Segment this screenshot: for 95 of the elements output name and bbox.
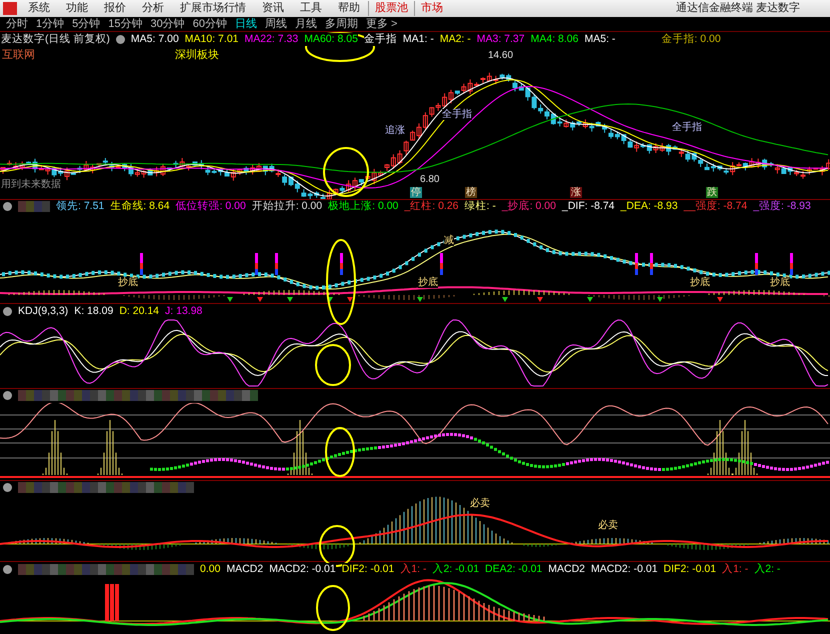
signal-bar	[635, 253, 638, 276]
warning-text: 用到未来数据	[1, 178, 61, 190]
indicator-reading: _强度: -8.93	[753, 200, 811, 214]
dropdown-icon[interactable]	[3, 202, 12, 212]
signal-marker: 榜	[465, 186, 477, 198]
chart-annotation: 抄底	[418, 277, 438, 288]
indicator-reading: __强度: -8.74	[684, 200, 748, 214]
period-tab[interactable]: 多周期	[321, 16, 362, 31]
chart-annotation: 全手指	[672, 122, 702, 133]
menu-item[interactable]: 功能	[58, 0, 96, 16]
signal-bar	[255, 253, 258, 276]
signal-bar	[790, 253, 793, 276]
signal-marker: 跌	[706, 186, 718, 198]
price-label: 14.60	[488, 50, 514, 61]
triangle-icon	[587, 297, 593, 302]
chart-annotation: 抄底	[770, 277, 790, 288]
triangle-icon	[257, 297, 263, 302]
indicator-reading: 入2: -0.01	[432, 562, 480, 576]
menu-item[interactable]: 股票池	[368, 0, 414, 16]
indicator-reading: 低位转强: 0.00	[176, 200, 246, 214]
indicator-reading: 入1: -	[400, 562, 426, 576]
period-tab[interactable]: 周线	[261, 16, 291, 31]
app-logo-icon	[3, 2, 17, 15]
sector-tag: 互联网	[2, 48, 35, 61]
dropdown-icon[interactable]	[116, 34, 125, 44]
highlight-ellipse	[315, 344, 351, 386]
chart-annotation: 全手指	[442, 108, 472, 120]
indicator-reading: 领先: 7.51	[56, 200, 104, 214]
triangle-icon	[327, 297, 333, 302]
signal-bar	[755, 253, 758, 276]
indicator-reading: 绿柱: -	[464, 200, 496, 214]
chart-annotation: 减	[444, 235, 454, 246]
signal-bar	[140, 253, 143, 276]
menu-item[interactable]: 市场	[414, 0, 449, 16]
menu-item[interactable]: 扩展市场行情	[172, 0, 254, 16]
period-tab[interactable]: 分时	[2, 16, 32, 31]
triangle-icon	[227, 297, 233, 302]
highlight-ellipse	[323, 147, 369, 197]
chart-annotation: 必卖	[470, 498, 490, 510]
triangle-icon	[537, 297, 543, 302]
period-tab[interactable]: 1分钟	[32, 16, 68, 31]
dropdown-icon[interactable]	[3, 483, 12, 492]
triangle-icon	[717, 297, 723, 302]
chart-annotation: 追涨	[385, 124, 405, 136]
price-label: 6.80	[420, 174, 440, 185]
indicator-reading: KDJ(9,3,3)	[18, 304, 68, 318]
signal-marker: 停	[410, 186, 422, 198]
indicator-reading: 入1: -	[722, 562, 748, 576]
triangle-icon	[287, 297, 293, 302]
stock-title: 麦达数字(日线 前复权)	[1, 32, 110, 46]
highlight-ellipse	[316, 585, 350, 631]
chart-annotation: 必卖	[598, 520, 618, 532]
indicator-reading: 金手指: 0.00	[661, 32, 721, 46]
period-tab[interactable]: 15分钟	[104, 16, 146, 31]
signal-bar	[340, 253, 343, 276]
menu-item[interactable]: 工具	[292, 0, 330, 16]
indicator-reading: _DEA: -8.93	[620, 200, 678, 214]
period-tab[interactable]: 日线	[231, 16, 261, 31]
period-tab[interactable]: 30分钟	[146, 16, 189, 31]
period-tab[interactable]: 更多 >	[362, 16, 402, 31]
signal-bar	[275, 253, 278, 276]
triangle-icon	[347, 297, 353, 302]
volume-bar-group	[105, 584, 119, 621]
indicator-reading: 生命线: 8.64	[110, 200, 170, 214]
menu-item[interactable]: 系统	[20, 0, 58, 16]
sector-tag: 深圳板块	[175, 48, 219, 61]
highlight-ellipse	[305, 32, 375, 62]
indicator-reading: MA60: 8.05	[304, 32, 358, 46]
chart-annotation: 抄底	[118, 277, 138, 288]
menu-item[interactable]: 帮助	[330, 0, 368, 16]
dropdown-icon[interactable]	[3, 391, 12, 400]
indicator-reading: 开始拉升: 0.00	[252, 200, 322, 214]
app-title: 通达信金融终端 麦达数字	[676, 0, 801, 16]
triangle-icon	[502, 297, 508, 302]
triangle-icon	[657, 297, 663, 302]
highlight-ellipse	[325, 427, 355, 477]
signal-marker: 涨	[570, 186, 582, 198]
menu-item[interactable]: 资讯	[254, 0, 292, 16]
indicator-reading: 极地上涨: 0.00	[328, 200, 398, 214]
period-tab[interactable]: 5分钟	[68, 16, 104, 31]
menu-item[interactable]: 分析	[134, 0, 172, 16]
indicator-reading: 金手指	[364, 32, 397, 46]
period-tab[interactable]: 60分钟	[188, 16, 231, 31]
indicator-reading: _DIF: -8.74	[562, 200, 615, 214]
signal-bar	[440, 253, 443, 276]
signal-bar	[650, 253, 653, 276]
menu-item[interactable]: 报价	[96, 0, 134, 16]
indicator-reading: 入2: -	[754, 562, 780, 576]
indicator-reading: _红柱: 0.26	[404, 200, 459, 214]
chart-annotation: 抄底	[690, 277, 710, 288]
dropdown-icon[interactable]	[3, 564, 12, 574]
period-tab[interactable]: 月线	[291, 16, 321, 31]
indicator-reading: _抄底: 0.00	[502, 200, 556, 214]
triangle-icon	[417, 297, 423, 302]
dropdown-icon[interactable]	[3, 306, 12, 316]
